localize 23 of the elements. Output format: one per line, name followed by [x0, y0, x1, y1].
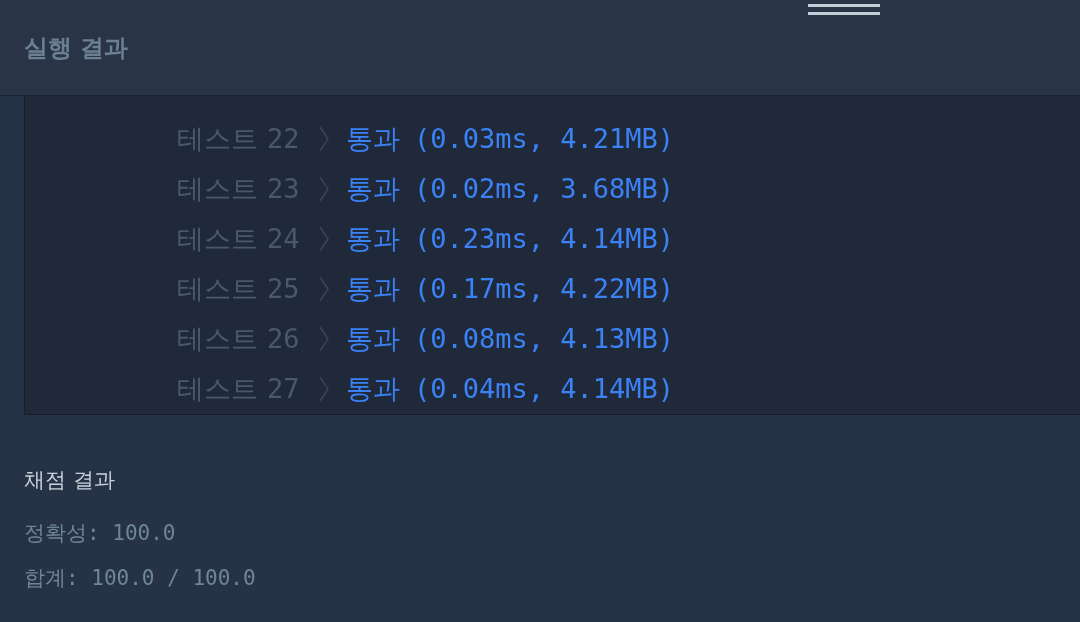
- test-detail: (0.08ms, 4.13MB): [414, 321, 675, 356]
- chevron-icon: [318, 226, 330, 252]
- test-detail: (0.17ms, 4.22MB): [414, 271, 675, 306]
- chevron-icon: [318, 176, 330, 202]
- accuracy-text: 정확성: 100.0: [24, 520, 177, 547]
- test-detail: (0.23ms, 4.14MB): [414, 221, 675, 256]
- total-score-text: 합계: 100.0 / 100.0: [24, 565, 257, 592]
- test-result: 통과: [346, 171, 400, 206]
- test-detail: (0.04ms, 4.14MB): [414, 371, 675, 406]
- test-result: 통과: [346, 121, 400, 156]
- test-result: 통과: [346, 221, 400, 256]
- chevron-icon: [318, 276, 330, 302]
- chevron-icon: [318, 326, 330, 352]
- panel-title: 실행 결과: [24, 32, 129, 64]
- grading-title: 채점 결과: [24, 467, 116, 494]
- test-detail: (0.02ms, 3.68MB): [414, 171, 675, 206]
- test-detail: (0.03ms, 4.21MB): [414, 121, 675, 156]
- test-result: 통과: [346, 271, 400, 306]
- test-result: 통과: [346, 321, 400, 356]
- chevron-icon: [318, 126, 330, 152]
- drag-handle-icon[interactable]: [808, 4, 880, 16]
- chevron-icon: [318, 376, 330, 402]
- test-result: 통과: [346, 371, 400, 406]
